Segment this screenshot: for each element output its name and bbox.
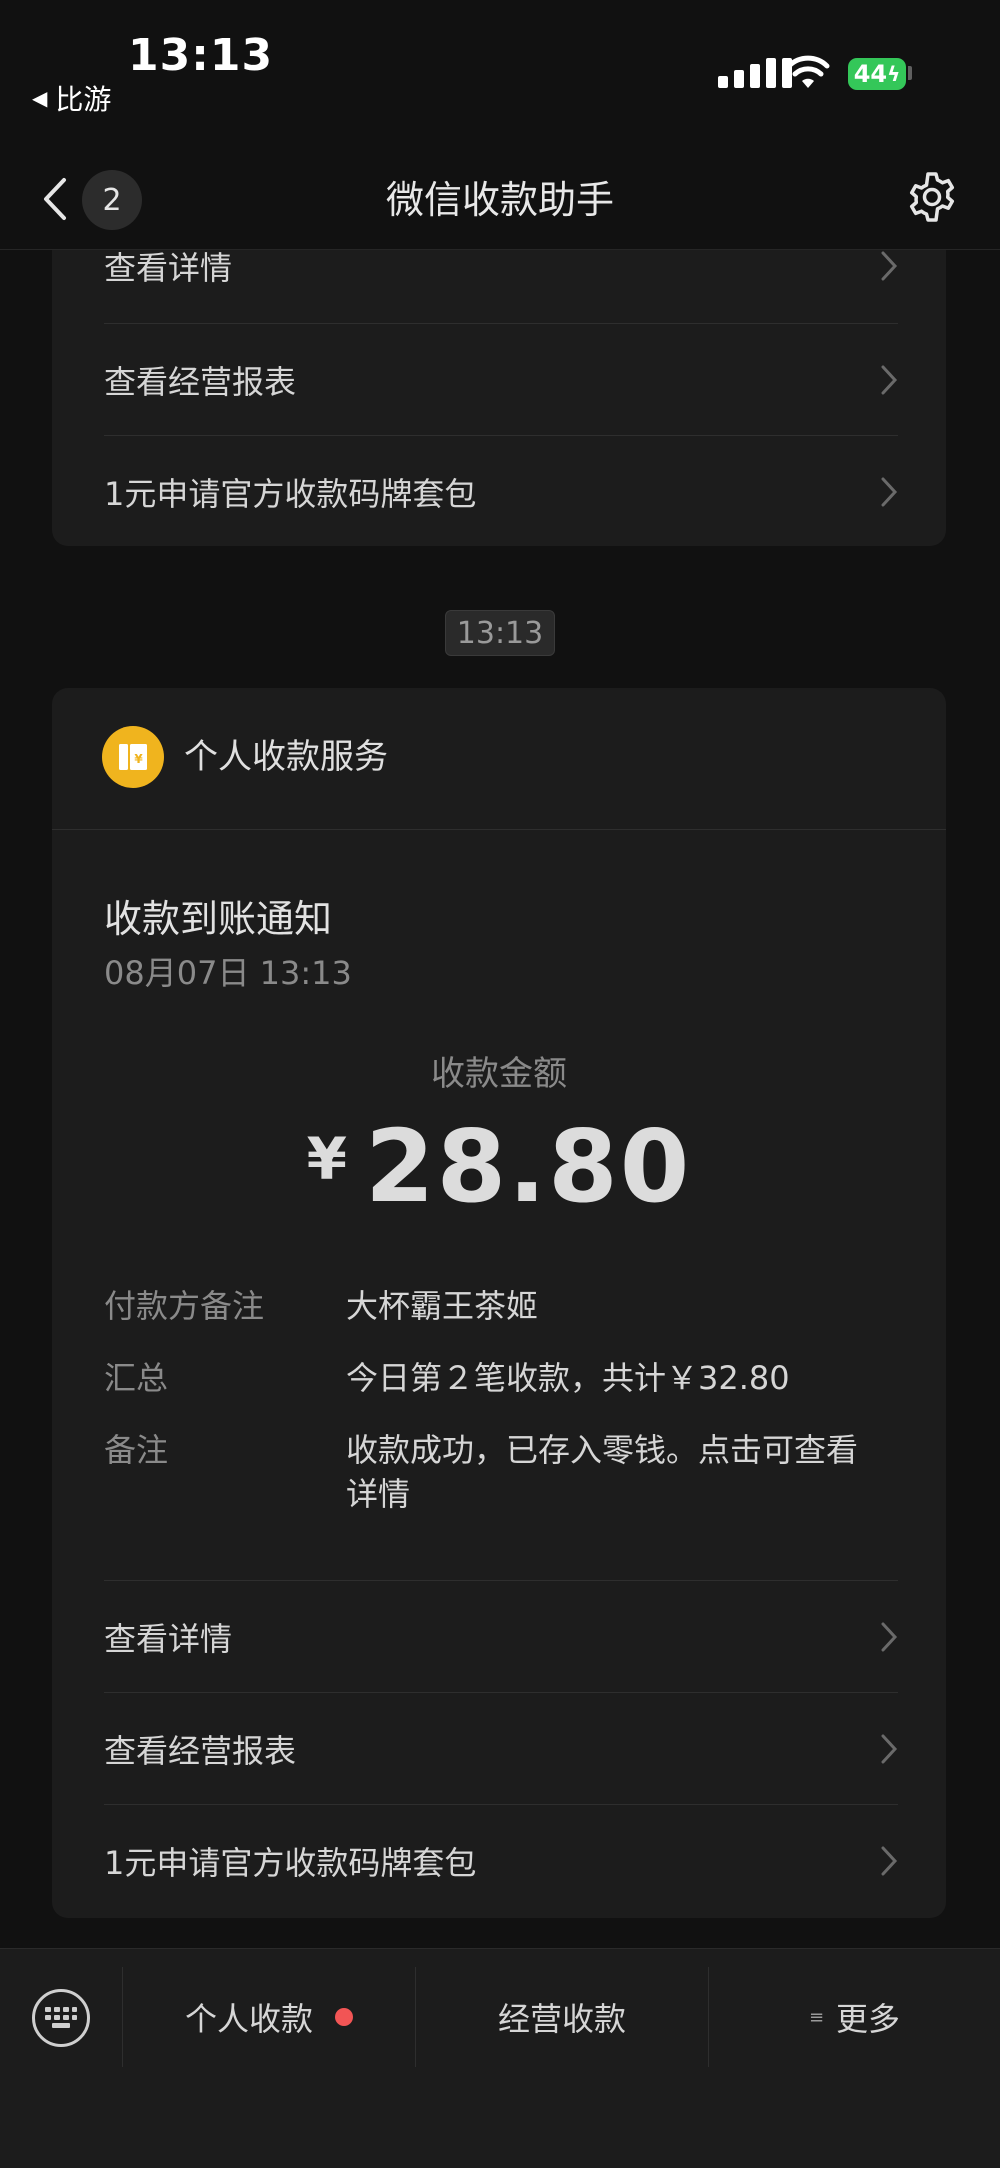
menu-apply-qr-kit[interactable]: 1元申请官方收款码牌套包 bbox=[104, 1805, 898, 1916]
page-title: 微信收款助手 bbox=[385, 178, 614, 222]
amount-label: 收款金额 bbox=[431, 1054, 567, 1094]
menu-apply-qr-kit[interactable]: 1元申请官方收款码牌套包 bbox=[104, 436, 898, 547]
navigation-bar: 2 微信收款助手 bbox=[0, 150, 1000, 250]
menu-label: 1元申请官方收款码牌套包 bbox=[104, 1843, 477, 1882]
detail-payer-note: 付款方备注 大杯霸王茶姬 bbox=[104, 1284, 904, 1328]
payment-service-icon: ¥ bbox=[102, 726, 164, 788]
amount-value: 28.80 bbox=[365, 1108, 692, 1225]
battery-indicator: 44 ϟ bbox=[848, 58, 906, 90]
service-name: 个人收款服务 bbox=[184, 737, 388, 777]
detail-summary: 汇总 今日第２笔收款，共计￥32.80 bbox=[104, 1356, 904, 1400]
unread-dot bbox=[335, 2008, 353, 2026]
tab-business-payment[interactable]: 经营收款 bbox=[416, 1967, 708, 2067]
detail-value: 大杯霸王茶姬 bbox=[346, 1287, 539, 1325]
menu-label: 查看经营报表 bbox=[104, 362, 297, 401]
chevron-right-icon bbox=[881, 365, 898, 394]
bottom-menu-bar: 个人收款 经营收款 ≡ 更多 bbox=[0, 1948, 1000, 2168]
service-header[interactable]: ¥ 个人收款服务 bbox=[52, 688, 946, 830]
detail-key: 备注 bbox=[104, 1431, 169, 1469]
tab-personal-payment[interactable]: 个人收款 bbox=[123, 1967, 415, 2067]
menu-label: 查看详情 bbox=[104, 1619, 233, 1658]
payment-notice-card[interactable]: ¥ 个人收款服务 收款到账通知 08月07日 13:13 收款金额 ¥ 28.8… bbox=[52, 688, 946, 1918]
back-app-label: 比游 bbox=[55, 83, 112, 116]
detail-key: 汇总 bbox=[104, 1359, 169, 1397]
chevron-right-icon bbox=[881, 1622, 898, 1651]
chevron-right-icon bbox=[881, 1734, 898, 1763]
detail-value: 收款成功，已存入零钱。点击可查看详情 bbox=[346, 1431, 859, 1513]
charging-bolt-icon: ϟ bbox=[887, 62, 901, 86]
gear-icon[interactable] bbox=[905, 170, 959, 224]
detail-key: 付款方备注 bbox=[104, 1287, 265, 1325]
notice-date: 08月07日 13:13 bbox=[104, 954, 352, 992]
battery-level: 44 bbox=[853, 60, 888, 88]
back-triangle-icon: ◀ bbox=[32, 86, 48, 110]
menu-view-report[interactable]: 查看经营报表 bbox=[104, 324, 898, 435]
amount-display: ¥ 28.80 bbox=[52, 1108, 946, 1225]
menu-label: 1元申请官方收款码牌套包 bbox=[104, 474, 477, 513]
status-time: 13:13 bbox=[128, 30, 274, 81]
menu-label: 查看经营报表 bbox=[104, 1731, 297, 1770]
previous-message-card: 查看详情 查看经营报表 1元申请官方收款码牌套包 bbox=[52, 200, 946, 546]
svg-text:¥: ¥ bbox=[134, 752, 143, 766]
battery-tip bbox=[908, 66, 912, 80]
keyboard-icon bbox=[45, 2007, 77, 2028]
tab-label: 个人收款 bbox=[184, 2000, 313, 2038]
status-bar: 13:13 ◀ 比游 44 ϟ bbox=[0, 0, 1000, 150]
currency-symbol: ¥ bbox=[306, 1124, 348, 1193]
wifi-icon bbox=[786, 55, 830, 88]
cellular-signal-icon bbox=[718, 58, 792, 88]
menu-lines-icon: ≡ bbox=[808, 2006, 825, 2028]
menu-view-report[interactable]: 查看经营报表 bbox=[104, 1693, 898, 1804]
message-timestamp: 13:13 bbox=[445, 610, 555, 656]
detail-remark: 备注 收款成功，已存入零钱。点击可查看详情 bbox=[104, 1428, 904, 1516]
detail-value: 今日第２笔收款，共计￥32.80 bbox=[346, 1359, 790, 1397]
tab-label: 经营收款 bbox=[497, 2000, 626, 2038]
tab-label: 更多 bbox=[836, 2000, 901, 2038]
chevron-right-icon bbox=[881, 251, 898, 280]
notice-title: 收款到账通知 bbox=[104, 897, 333, 941]
chevron-right-icon bbox=[881, 1846, 898, 1875]
tab-more[interactable]: ≡ 更多 bbox=[709, 1967, 1000, 2067]
chevron-right-icon bbox=[881, 477, 898, 506]
back-to-app-link[interactable]: ◀ 比游 bbox=[32, 78, 111, 118]
keyboard-toggle-button[interactable] bbox=[32, 1989, 90, 2047]
menu-view-details[interactable]: 查看详情 bbox=[104, 1581, 898, 1692]
